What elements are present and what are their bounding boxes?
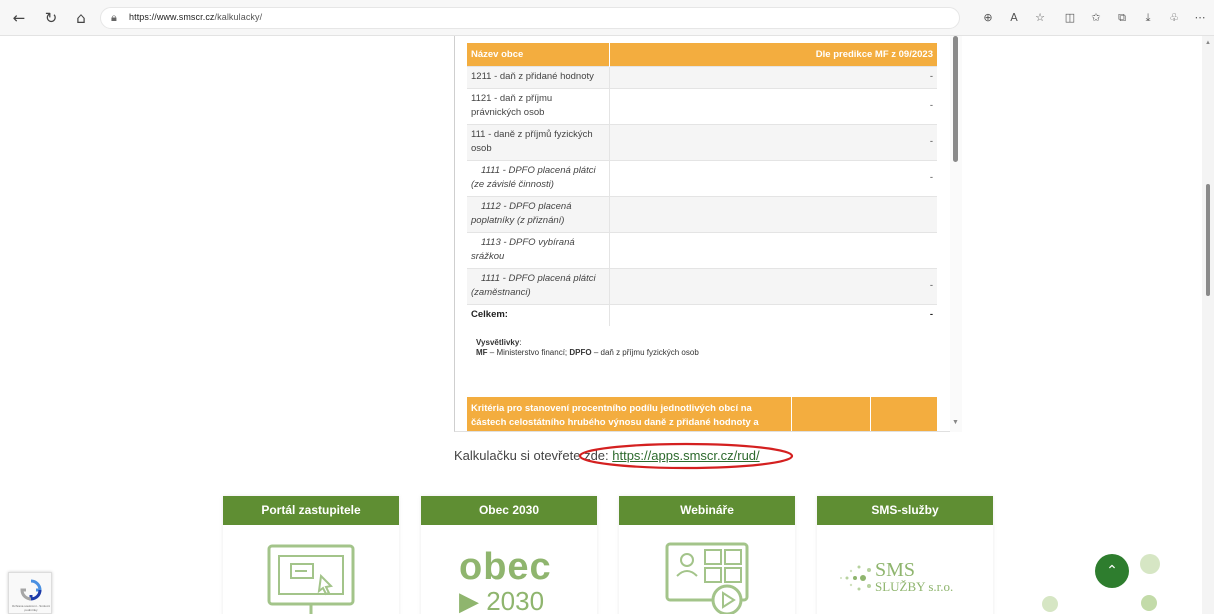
table-row: 1111 - DPFO placená plátci (zaměstnanci)… xyxy=(467,267,937,304)
table-row: 1121 - daň z příjmu právnických osob - xyxy=(467,87,937,124)
favorites-icon[interactable]: ✩ xyxy=(1088,10,1104,26)
card-obec-2030[interactable]: Obec 2030 obec ▶ 2030 xyxy=(421,496,597,614)
url-text[interactable]: https://www.smscr.cz/kalkulacky/ xyxy=(129,12,262,22)
page-content: Název obce Dle predikce MF z 09/2023 121… xyxy=(0,36,1202,614)
legend-mf-abbr: MF xyxy=(476,348,488,357)
header-municipality: Název obce xyxy=(467,43,609,66)
obec-logo-year: ▶ 2030 xyxy=(459,586,545,614)
row-value: - xyxy=(608,123,937,160)
chevron-up-icon: ⌃ xyxy=(1106,563,1118,579)
back-icon[interactable]: ← xyxy=(10,9,28,27)
card-title[interactable]: Portál zastupitele xyxy=(223,496,399,525)
webinar-icon xyxy=(665,542,749,614)
scroll-down-icon[interactable]: ▼ xyxy=(952,419,959,426)
header-prediction: Dle predikce MF z 09/2023 xyxy=(608,43,937,66)
decor-dot xyxy=(1140,554,1160,574)
row-label: 1111 - DPFO placená plátci (zaměstnanci) xyxy=(467,267,609,304)
card-title[interactable]: Webináře xyxy=(619,496,795,525)
frame-scrollbar[interactable]: ▼ xyxy=(950,36,962,432)
obec-2030-logo: obec ▶ 2030 xyxy=(421,536,597,614)
reload-icon[interactable]: ↻ xyxy=(42,9,60,27)
highlight-ellipse xyxy=(578,442,794,470)
total-row: Celkem: - xyxy=(467,303,937,326)
tax-table: Název obce Dle predikce MF z 09/2023 121… xyxy=(467,43,937,326)
table-row: 1211 - daň z přidané hodnoty - xyxy=(467,65,937,88)
legend-title: Vysvětlivky xyxy=(476,338,520,347)
collections-icon[interactable]: ⧉ xyxy=(1114,10,1130,26)
recaptcha-icon xyxy=(20,579,42,601)
split-screen-icon[interactable]: ◫ xyxy=(1062,10,1078,26)
total-label: Celkem: xyxy=(467,303,609,326)
table-row: 1113 - DPFO vybíraná srážkou xyxy=(467,231,937,268)
row-label: 1112 - DPFO placená poplatníky (z přizná… xyxy=(467,195,609,232)
legend-dpfo-text: – daň z příjmu fyzických osob xyxy=(591,348,699,357)
sms-logo-subtext: SLUŽBY s.r.o. xyxy=(875,579,954,594)
read-aloud-icon[interactable]: A xyxy=(1006,10,1022,26)
row-label: 1111 - DPFO placená plátci (ze závislé č… xyxy=(467,159,609,196)
page-scrollbar[interactable]: ▲ xyxy=(1202,36,1214,614)
more-icon[interactable]: ⋯ xyxy=(1192,10,1208,26)
card-title[interactable]: Obec 2030 xyxy=(421,496,597,525)
criteria-header-text: Kritéria pro stanovení procentního podíl… xyxy=(471,403,759,428)
table-row: 111 - daně z příjmů fyzických osob - xyxy=(467,123,937,160)
row-label-text: 1111 - DPFO placená plátci (zaměstnanci) xyxy=(471,273,596,298)
card-webinare[interactable]: Webináře xyxy=(619,496,795,614)
frame-scroll-thumb[interactable] xyxy=(953,36,958,162)
home-icon[interactable]: ⌂ xyxy=(72,9,90,27)
lock-icon[interactable]: 🔒︎ xyxy=(111,11,117,25)
legend: Vysvětlivky: MF – Ministerstvo financí; … xyxy=(476,338,699,357)
zoom-icon[interactable]: ⊕ xyxy=(980,10,996,26)
legend-mf-text: – Ministerstvo financí; xyxy=(487,348,570,357)
recaptcha-badge[interactable]: Ochrana soukromí - Smluvní podmínky xyxy=(8,572,52,614)
row-label: 111 - daně z příjmů fyzických osob xyxy=(467,123,609,160)
downloads-icon[interactable]: ⤓ xyxy=(1140,10,1156,26)
total-value: - xyxy=(608,303,937,326)
recaptcha-text[interactable]: Ochrana soukromí - Smluvní podmínky xyxy=(10,604,52,612)
sms-logo-text: SMS xyxy=(875,559,916,581)
row-label-text: 1111 - DPFO placená plátci (ze závislé č… xyxy=(471,165,596,190)
browser-toolbar: ← ↻ ⌂ 🔒︎ https://www.smscr.cz/kalkulacky… xyxy=(0,0,1214,36)
decor-dot xyxy=(1042,596,1058,612)
row-value: - xyxy=(608,87,937,124)
sms-dots-icon xyxy=(840,565,871,591)
table-row: 1112 - DPFO placená poplatníky (z přizná… xyxy=(467,195,937,232)
row-label-text: 1112 - DPFO placená poplatníky (z přizná… xyxy=(471,201,572,226)
row-value xyxy=(608,231,937,268)
obec-logo-text: obec xyxy=(459,546,552,588)
row-label: 1113 - DPFO vybíraná srážkou xyxy=(467,231,609,268)
table-row: 1111 - DPFO placená plátci (ze závislé č… xyxy=(467,159,937,196)
scroll-up-icon[interactable]: ▲ xyxy=(1205,40,1211,46)
calculator-frame: Název obce Dle predikce MF z 09/2023 121… xyxy=(454,36,962,432)
back-to-top-button[interactable]: ⌃ xyxy=(1095,554,1129,588)
row-value: - xyxy=(608,65,937,88)
row-label: 1211 - daň z přidané hodnoty xyxy=(467,65,609,88)
row-value: - xyxy=(608,267,937,304)
extensions-icon[interactable]: ♧ xyxy=(1166,10,1182,26)
card-sms-sluzby[interactable]: SMS-služby SMS SLUŽBY s.r.o. xyxy=(817,496,993,614)
sms-sluzby-logo: SMS SLUŽBY s.r.o. xyxy=(817,536,993,614)
criteria-header: Kritéria pro stanovení procentního podíl… xyxy=(467,397,937,431)
row-value: - xyxy=(608,159,937,196)
page-scroll-thumb[interactable] xyxy=(1206,184,1210,296)
decor-dot xyxy=(1141,595,1157,611)
row-value xyxy=(608,195,937,232)
row-label: 1121 - daň z příjmu právnických osob xyxy=(467,87,609,124)
monitor-cursor-icon xyxy=(267,544,355,614)
card-title[interactable]: SMS-služby xyxy=(817,496,993,525)
row-label-text: 1113 - DPFO vybíraná srážkou xyxy=(471,237,575,262)
address-bar[interactable]: 🔒︎ https://www.smscr.cz/kalkulacky/ xyxy=(100,7,960,29)
favorite-icon[interactable]: ☆ xyxy=(1032,10,1048,26)
legend-dpfo-abbr: DPFO xyxy=(569,348,592,357)
card-portal-zastupitele[interactable]: Portál zastupitele xyxy=(223,496,399,614)
